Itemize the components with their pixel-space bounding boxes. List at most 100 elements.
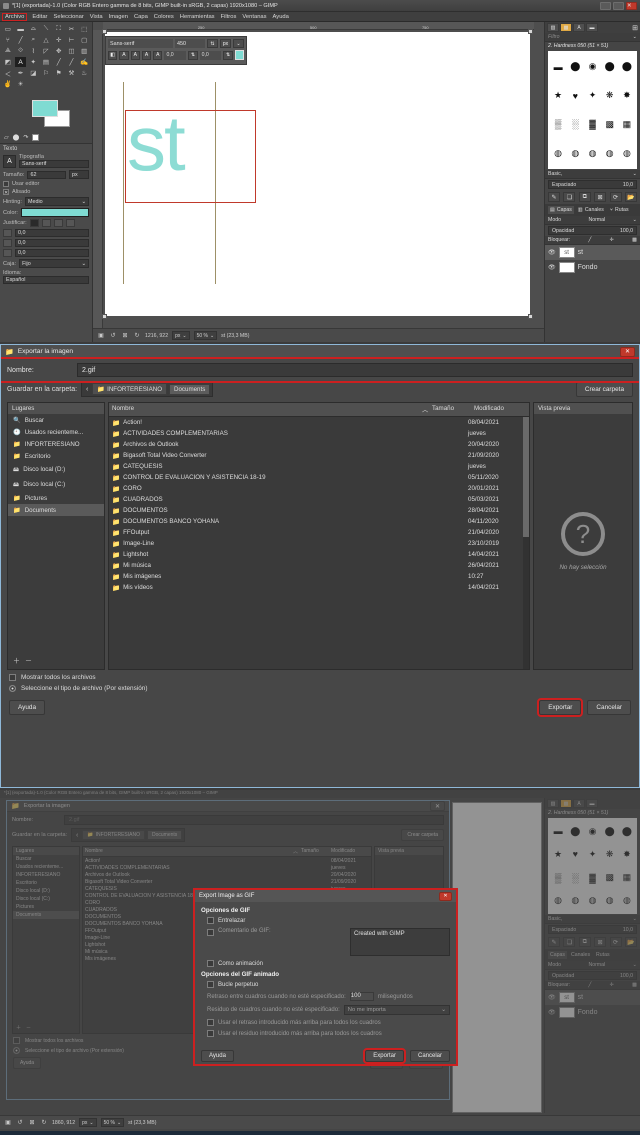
table-row[interactable]: 📁 CUADRADOS 05/03/2021 [109,494,523,505]
brush-cell[interactable]: ◍ [619,890,635,912]
brush-cell[interactable]: ◍ [602,139,618,167]
menu-seleccionar[interactable]: Seleccionar [54,14,84,20]
duplicate-brush-icon[interactable]: ⧉ [578,937,591,947]
tool-smudge-icon[interactable]: ✌ [2,79,14,89]
table-row[interactable]: 📁 DOCUMENTOS 28/04/2021 [109,505,523,516]
brush-cell[interactable]: ◍ [584,890,600,912]
indent-input[interactable]: 0,0 [15,229,89,237]
tool-free-select-icon[interactable]: ⌓ [27,24,39,34]
tool-ellipse-select-icon[interactable]: ▬ [15,24,27,34]
lock-alpha-icon[interactable]: ▩ [632,237,637,243]
lock-pixels-icon[interactable]: ╱ [588,982,591,988]
place-pictures[interactable]: 📁 Pictures [8,492,104,504]
close-icon[interactable]: ✕ [430,801,445,811]
background-lock-row[interactable]: Bloquear: ╱ ✛ ▩ [545,981,640,990]
tool-handle-transform-icon[interactable]: ◫ [66,46,78,56]
brush-cell[interactable]: ★ [550,843,566,865]
tool-heal-icon[interactable]: ⚑ [53,68,65,78]
use-disposal-checkbox[interactable] [207,1030,214,1037]
menu-capa[interactable]: Capa [134,14,148,20]
tab-brushes-icon[interactable]: ▨ [547,23,559,32]
brush-cell[interactable]: ♥ [567,843,583,865]
quickmask-icon[interactable]: ▣ [97,332,105,340]
menu-filtros[interactable]: Filtros [221,14,237,20]
eye-icon[interactable]: 👁 [548,1009,556,1016]
brush-cell[interactable]: ▬ [550,53,566,81]
brush-cell[interactable]: ◍ [550,139,566,167]
tool-paths-icon[interactable]: ⑂ [2,35,14,45]
disposal-row[interactable]: Residuo de cuadros cuando no esté especi… [201,1005,450,1015]
brush-pattern-row[interactable]: ▱ ⬤ ↷ [0,134,92,143]
comment-checkbox[interactable] [207,929,214,936]
justify-fill-icon[interactable] [65,219,75,227]
show-all-files-checkbox[interactable] [9,674,16,681]
brush-cell[interactable]: ▩ [602,867,618,889]
tool-scale-icon[interactable]: ⟐ [15,46,27,56]
oncanvas-unit-select[interactable]: px [220,39,231,48]
interlace-row[interactable]: Entrelazar [201,917,450,924]
tab-brushes-icon[interactable]: ▨ [547,799,559,808]
tab-fonts-icon[interactable]: A [573,799,585,808]
comment-textarea[interactable]: Created with GIMP [350,928,450,956]
handle-top-right[interactable] [528,29,533,34]
select-filetype-row[interactable]: Seleccione el tipo de archivo (Por exten… [1,685,639,696]
brush-filter-input[interactable]: Filtro [548,34,560,40]
select-filetype-radio[interactable] [9,685,16,692]
column-tamano[interactable]: Tamaño [432,405,474,414]
background-dock-tabs[interactable]: ▨ ▩ A ▬ [545,798,640,809]
breadcrumb-item-documents[interactable]: Documents [146,830,183,840]
tool-unified-transform-icon[interactable]: ✥ [53,46,65,56]
chevron-down-icon[interactable]: ⌄ [233,39,244,48]
chevron-down-icon[interactable]: ⌄ [633,34,637,40]
place-disco-c[interactable]: 🖴 Disco local (C:) [8,477,104,492]
oncanvas-spinner-icon[interactable]: ⇅ [207,39,218,48]
tool-mypaint-icon[interactable]: ◪ [27,68,39,78]
table-row[interactable]: Archivos de Outlook 20/04/2020 [83,871,371,878]
oncanvas-kerning-input[interactable]: 0,0 [199,50,222,60]
brush-filter-row[interactable]: Filtro ⌄ [545,33,640,42]
background-spacing-slider[interactable]: Espaciado 10,0 [548,925,637,934]
oncanvas-underline-icon[interactable]: A [130,50,140,60]
justify-center-icon[interactable] [53,219,63,227]
brush-indicator-icon[interactable]: ▱ [4,134,9,141]
table-row[interactable]: Bigasoft Total Video Converter 21/09/2020 [83,878,371,885]
tab-canales[interactable]: Canales [569,951,592,959]
edit-brush-icon[interactable]: ✎ [548,192,560,202]
delay-row[interactable]: Retraso entre cuadros cuando no esté esp… [201,992,450,1001]
show-all-files-row[interactable]: Mostrar todos los archivos [1,670,639,685]
canvas-area[interactable]: 250 500 750 st Sans-serif 450 ⇅ px ⌄ ◧ A… [93,22,544,342]
breadcrumb-item-infoteresiano[interactable]: 📁 INFORTERESIANO [82,830,145,840]
hinting-select[interactable]: Medio ⌄ [24,197,89,206]
table-row[interactable]: 📁 Lightshot 14/04/2021 [109,549,523,560]
tab-patterns-icon[interactable]: ▩ [560,23,572,32]
places-footer[interactable]: ＋－ [13,1022,79,1033]
tab-gradients-icon[interactable]: ▬ [586,23,598,32]
brush-cell[interactable]: ▒ [550,867,566,889]
size-row[interactable]: Tamaño: 62 px [3,170,89,179]
brush-cell[interactable]: ░ [567,867,583,889]
brush-cell[interactable]: ▓ [584,111,600,139]
letter-spacing-row[interactable]: 0,0 [3,249,89,257]
background-brush-buttons[interactable]: ✎ ❏ ⧉ ⊠ ⟳ 📂 [545,935,640,949]
table-row[interactable]: 📁 CORO 20/01/2021 [109,483,523,494]
file-list-scrollbar[interactable] [523,417,529,669]
loop-checkbox[interactable] [207,981,214,988]
background-breadcrumb[interactable]: ‹ 📁 INFORTERESIANO Documents [71,828,186,842]
place-recientes[interactable]: 🕘 Usados recienteme... [8,426,104,438]
as-animation-row[interactable]: Como animación [201,960,450,967]
opacity-slider[interactable]: Opacidad 100,0 [548,226,637,235]
panel3-unit-select[interactable]: px ⌄ [79,1118,97,1127]
tool-dodge-burn-icon[interactable]: ☀ [15,79,27,89]
tool-gradient-icon[interactable]: ▤ [40,57,52,67]
oncanvas-baseline-input[interactable]: 0,0 [164,50,187,60]
brush-cell[interactable]: ⬤ [602,820,618,842]
disposal-select[interactable]: No me importa ⌄ [343,1005,450,1015]
background-create-folder-button[interactable]: Crear carpeta [401,829,444,841]
menu-ayuda[interactable]: Ayuda [273,14,289,20]
brush-cell[interactable]: ✦ [584,843,600,865]
edit-brush-icon[interactable]: ✎ [548,937,560,947]
place-recientes[interactable]: Usados recienteme... [13,863,79,871]
brush-cell[interactable]: ◍ [584,139,600,167]
layer-mode-row[interactable]: Modo Normal ⌄ [545,216,640,225]
gimp-menubar[interactable]: Archivo Editar Seleccionar Vista Imagen … [0,12,640,22]
